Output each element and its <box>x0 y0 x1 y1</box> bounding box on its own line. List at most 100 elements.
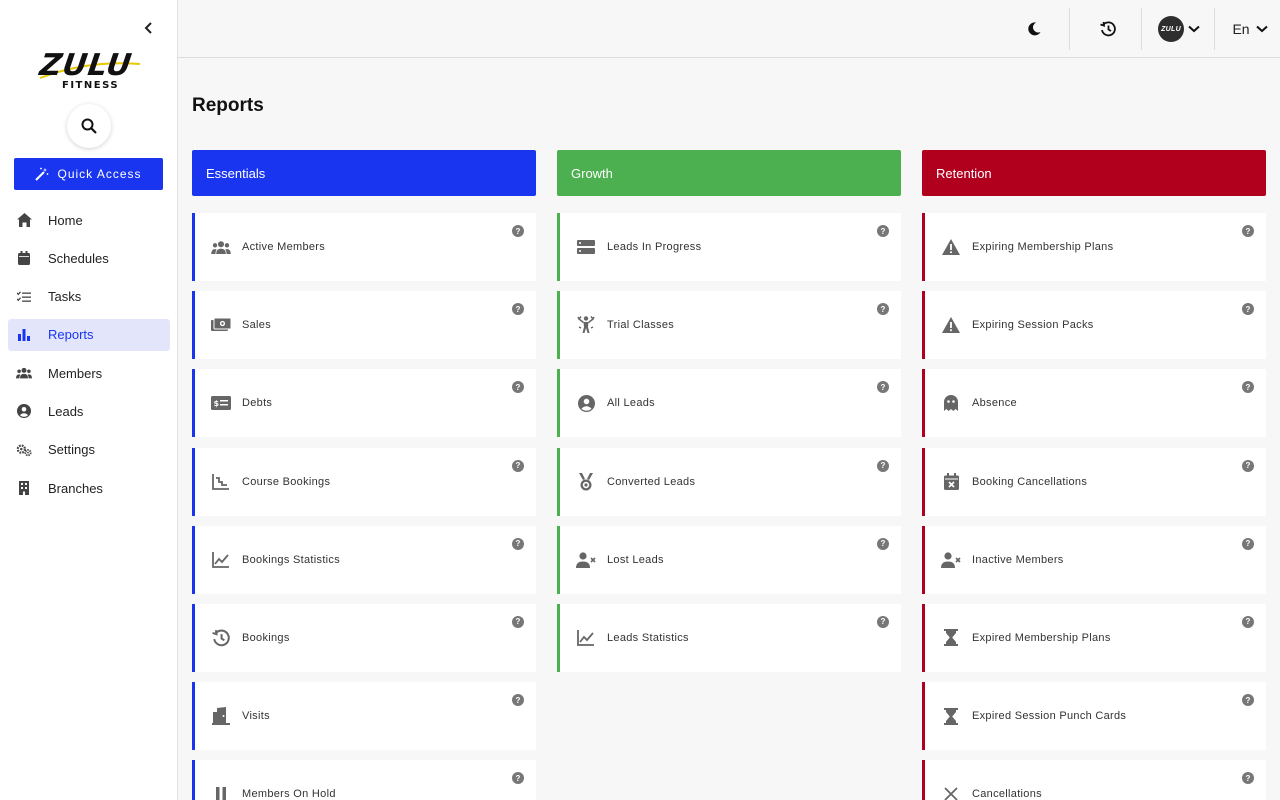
help-icon[interactable]: ? <box>1242 459 1254 472</box>
quick-access-button[interactable]: Quick Access <box>14 158 163 190</box>
essentials-column: Essentials Active Members ? Sales ? $ De… <box>192 150 536 800</box>
sidebar-item-label: Leads <box>48 403 84 419</box>
column-title: Retention <box>936 165 992 181</box>
report-label: Expiring Membership Plans <box>972 241 1114 253</box>
warning-icon <box>941 315 961 335</box>
stairs-chart-icon <box>211 472 231 492</box>
moon-icon <box>1027 22 1040 36</box>
help-icon[interactable]: ? <box>1242 694 1254 707</box>
report-card-course-bookings[interactable]: Course Bookings ? <box>192 447 536 516</box>
report-label: Leads In Progress <box>607 241 702 253</box>
sidebar-item-leads[interactable]: Leads <box>8 395 170 427</box>
help-icon[interactable]: ? <box>512 537 524 550</box>
sidebar-item-label: Home <box>48 212 83 228</box>
report-card-expired-session-punch-cards[interactable]: Expired Session Punch Cards ? <box>922 682 1266 751</box>
divider <box>1141 8 1142 50</box>
report-label: Visits <box>242 710 270 723</box>
report-card-cancellations[interactable]: Cancellations ? <box>922 760 1266 800</box>
report-card-trial-classes[interactable]: Trial Classes ? <box>557 291 901 360</box>
report-card-active-members[interactable]: Active Members ? <box>192 213 536 281</box>
help-icon[interactable]: ? <box>1242 615 1254 628</box>
sidebar-item-home[interactable]: Home <box>8 204 170 236</box>
help-icon[interactable]: ? <box>1242 303 1254 316</box>
sidebar-item-label: Tasks <box>48 289 82 305</box>
sidebar-item-schedules[interactable]: Schedules <box>8 242 170 274</box>
sidebar-item-tasks[interactable]: Tasks <box>8 281 170 313</box>
home-icon <box>16 212 32 228</box>
report-card-leads-statistics[interactable]: Leads Statistics ? <box>557 603 901 672</box>
user-menu-button[interactable]: ZULU <box>1155 8 1203 50</box>
help-icon[interactable]: ? <box>1242 225 1254 237</box>
hourglass-icon <box>941 628 961 648</box>
divider <box>1214 8 1215 50</box>
report-card-expiring-membership-plans[interactable]: Expiring Membership Plans ? <box>922 213 1266 281</box>
language-selector[interactable]: En <box>1230 8 1270 50</box>
report-card-debts[interactable]: $ Debts ? <box>192 369 536 438</box>
user-circle-icon <box>16 403 32 419</box>
help-icon[interactable]: ? <box>1242 537 1254 550</box>
sidebar-item-branches[interactable]: Branches <box>8 472 170 504</box>
help-icon[interactable]: ? <box>512 772 524 785</box>
report-card-all-leads[interactable]: All Leads ? <box>557 369 901 438</box>
help-icon[interactable]: ? <box>877 225 889 237</box>
help-icon[interactable]: ? <box>512 615 524 628</box>
report-card-expired-membership-plans[interactable]: Expired Membership Plans ? <box>922 603 1266 672</box>
report-card-members-on-hold[interactable]: Members On Hold ? <box>192 760 536 800</box>
sidebar-item-settings[interactable]: Settings <box>8 434 170 466</box>
sidebar: ZULU FITNESS Quick Access Home Schedules… <box>0 0 178 800</box>
report-card-inactive-members[interactable]: Inactive Members ? <box>922 525 1266 594</box>
sidebar-item-members[interactable]: Members <box>8 357 170 389</box>
help-icon[interactable]: ? <box>512 459 524 472</box>
calendar-icon <box>16 250 32 266</box>
help-icon[interactable]: ? <box>512 303 524 316</box>
help-icon[interactable]: ? <box>1242 381 1254 394</box>
column-title: Growth <box>571 165 613 181</box>
gears-icon <box>16 442 32 458</box>
sidebar-item-label: Branches <box>48 480 103 496</box>
logo-text: ZULU <box>37 48 135 83</box>
retention-column: Retention Expiring Membership Plans ? Ex… <box>922 150 1266 800</box>
dark-mode-toggle[interactable] <box>1014 8 1054 50</box>
avatar: ZULU <box>1158 16 1184 42</box>
brand-logo[interactable]: ZULU FITNESS <box>38 48 142 94</box>
help-icon[interactable]: ? <box>512 225 524 237</box>
report-list: Expiring Membership Plans ? Expiring Ses… <box>922 213 1266 800</box>
top-bar: ZULU En <box>178 0 1280 58</box>
report-card-expiring-session-packs[interactable]: Expiring Session Packs ? <box>922 291 1266 360</box>
chevron-left-icon <box>144 22 152 34</box>
report-card-leads-in-progress[interactable]: Leads In Progress ? <box>557 213 901 281</box>
logo-subtitle: FITNESS <box>62 80 120 91</box>
report-card-booking-cancellations[interactable]: Booking Cancellations ? <box>922 447 1266 516</box>
sidebar-nav: Home Schedules Tasks Reports Members Lea… <box>8 204 170 510</box>
page-title: Reports <box>192 95 264 116</box>
report-label: Absence <box>972 397 1017 410</box>
report-label: Expired Membership Plans <box>972 631 1111 644</box>
sidebar-item-reports[interactable]: Reports <box>8 318 170 351</box>
report-card-bookings-statistics[interactable]: Bookings Statistics ? <box>192 525 536 594</box>
help-icon[interactable]: ? <box>512 381 524 394</box>
help-icon[interactable]: ? <box>877 381 889 394</box>
help-icon[interactable]: ? <box>1242 772 1254 785</box>
report-list: Leads In Progress ? Trial Classes ? All … <box>557 213 901 672</box>
report-card-absence[interactable]: Absence ? <box>922 369 1266 438</box>
warning-icon <box>941 237 961 257</box>
help-icon[interactable]: ? <box>877 459 889 472</box>
history-button[interactable] <box>1088 8 1128 50</box>
column-header-retention: Retention <box>922 150 1266 196</box>
history-icon <box>1100 21 1116 37</box>
report-label: Bookings Statistics <box>242 553 341 566</box>
report-card-converted-leads[interactable]: Converted Leads ? <box>557 447 901 516</box>
search-button[interactable] <box>67 104 111 148</box>
help-icon[interactable]: ? <box>877 303 889 316</box>
report-card-lost-leads[interactable]: Lost Leads ? <box>557 525 901 594</box>
collapse-sidebar-button[interactable] <box>140 18 158 38</box>
report-card-bookings[interactable]: Bookings ? <box>192 603 536 672</box>
help-icon[interactable]: ? <box>877 615 889 628</box>
report-label: Members On Hold <box>242 788 336 800</box>
column-header-essentials: Essentials <box>192 150 536 196</box>
report-card-sales[interactable]: Sales ? <box>192 291 536 360</box>
help-icon[interactable]: ? <box>877 537 889 550</box>
history-icon <box>211 628 231 648</box>
report-card-visits[interactable]: Visits ? <box>192 682 536 751</box>
help-icon[interactable]: ? <box>512 694 524 707</box>
